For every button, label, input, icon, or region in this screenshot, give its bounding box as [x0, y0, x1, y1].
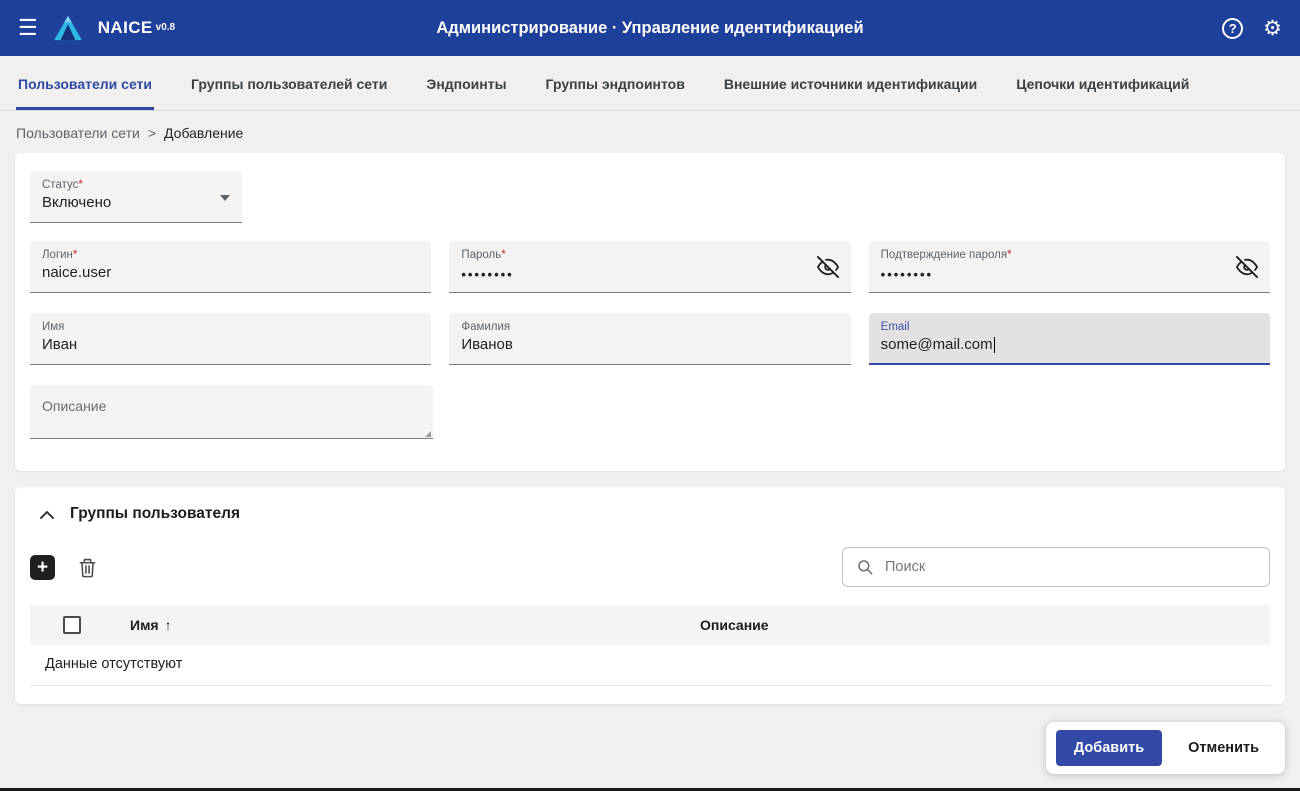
login-label: Логин*	[42, 248, 419, 262]
description-field[interactable]: Описание	[30, 385, 433, 439]
resize-handle-icon[interactable]	[425, 431, 431, 437]
status-select[interactable]: Статус* Включено	[30, 171, 242, 223]
user-groups-header: Группы пользователя	[30, 505, 1270, 523]
groups-table-empty-state: Данные отсутствуют	[30, 645, 1270, 686]
add-group-button[interactable]: +	[30, 555, 55, 580]
breadcrumb-current: Добавление	[164, 125, 243, 141]
page-title: Администрирование · Управление идентифик…	[436, 19, 863, 38]
last-name-value: Иванов	[461, 336, 838, 353]
tab-identity-chains[interactable]: Цепочки идентификаций	[1014, 56, 1191, 110]
menu-icon[interactable]: ☰	[18, 17, 38, 39]
sort-ascending-icon: ↑	[165, 617, 172, 633]
login-value: naice.user	[42, 264, 419, 281]
chevron-down-icon	[220, 195, 230, 201]
tab-external-identity-sources[interactable]: Внешние источники идентификации	[722, 56, 979, 110]
status-value: Включено	[42, 194, 230, 211]
first-name-label: Имя	[42, 320, 419, 334]
breadcrumb-separator: >	[148, 125, 156, 141]
tab-network-users[interactable]: Пользователи сети	[16, 56, 154, 110]
eye-off-icon[interactable]	[817, 256, 839, 278]
tab-network-user-groups[interactable]: Группы пользователей сети	[189, 56, 389, 110]
topbar-right: ? ⚙	[1222, 18, 1282, 39]
email-label: Email	[881, 320, 1258, 334]
user-groups-toolbar: +	[30, 547, 1270, 587]
settings-icon[interactable]: ⚙	[1263, 18, 1282, 39]
groups-table-header: Имя ↑ Описание	[30, 605, 1270, 645]
breadcrumb: Пользователи сети > Добавление	[0, 111, 1300, 151]
email-field[interactable]: Email some@mail.com	[869, 313, 1270, 365]
first-name-value: Иван	[42, 336, 419, 353]
application-window: ☰ NAICEv0.8 Администрирование · Управлен…	[0, 0, 1300, 791]
first-name-field[interactable]: Имя Иван	[30, 313, 431, 365]
user-groups-title: Группы пользователя	[70, 505, 240, 523]
last-name-field[interactable]: Фамилия Иванов	[449, 313, 850, 365]
login-field[interactable]: Логин* naice.user	[30, 241, 431, 293]
user-groups-card: Группы пользователя +	[15, 487, 1285, 704]
group-search-input[interactable]	[885, 559, 1256, 575]
tab-endpoints[interactable]: Эндпоинты	[424, 56, 508, 110]
search-icon	[856, 558, 874, 576]
tab-endpoint-groups[interactable]: Группы эндпоинтов	[544, 56, 687, 110]
group-search-box	[842, 547, 1270, 587]
select-all-cell	[30, 616, 114, 634]
credentials-row: Логин* naice.user Пароль* •••••••• Подтв…	[30, 241, 1270, 365]
text-cursor	[994, 337, 996, 353]
user-form-card: Статус* Включено Логин* naice.user Парол…	[15, 153, 1285, 471]
password-confirm-value: ••••••••	[881, 267, 1258, 282]
password-label: Пароль*	[461, 248, 838, 262]
column-header-description[interactable]: Описание	[700, 617, 1270, 633]
description-label: Описание	[42, 398, 421, 416]
submit-button[interactable]: Добавить	[1056, 730, 1162, 766]
app-name: NAICE	[98, 18, 153, 37]
breadcrumb-parent[interactable]: Пользователи сети	[16, 125, 140, 141]
status-label: Статус*	[42, 178, 230, 192]
tab-bar: Пользователи сети Группы пользователей с…	[0, 56, 1300, 111]
chevron-up-icon[interactable]	[40, 510, 54, 519]
topbar-left: ☰ NAICEv0.8	[18, 15, 175, 41]
delete-group-button[interactable]	[78, 557, 97, 578]
eye-off-icon[interactable]	[1236, 256, 1258, 278]
password-confirm-field[interactable]: Подтверждение пароля* ••••••••	[869, 241, 1270, 293]
form-action-bar: Добавить Отменить	[1046, 722, 1285, 774]
column-header-name[interactable]: Имя ↑	[114, 617, 700, 633]
top-bar: ☰ NAICEv0.8 Администрирование · Управлен…	[0, 0, 1300, 56]
password-confirm-label: Подтверждение пароля*	[881, 248, 1258, 262]
app-logo-icon	[53, 15, 83, 41]
help-icon[interactable]: ?	[1222, 18, 1243, 39]
select-all-checkbox[interactable]	[63, 616, 81, 634]
email-value: some@mail.com	[881, 336, 1258, 353]
password-field[interactable]: Пароль* ••••••••	[449, 241, 850, 293]
cancel-button[interactable]: Отменить	[1172, 730, 1275, 766]
app-version: v0.8	[156, 22, 175, 33]
password-value: ••••••••	[461, 267, 838, 282]
last-name-label: Фамилия	[461, 320, 838, 334]
